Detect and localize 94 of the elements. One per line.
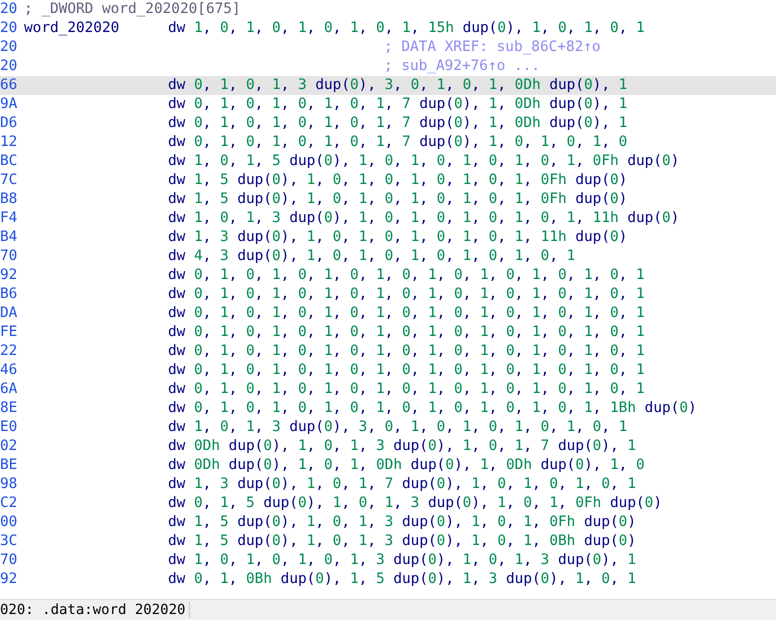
listing-line[interactable]: B8 dw 1, 5 dup(0), 1, 0, 1, 0, 1, 0, 1, 0, 1, 0Fh dup(0): [0, 190, 776, 209]
data-definition: dw 0, 1, 0, 1, 0, 1, 0, 1, 0, 1, 0, 1, 0, 1, 0, 1, 0, 1: [168, 285, 646, 304]
listing-line[interactable]: 20 word_202020 dw 1, 0, 1, 0, 1, 0, 1, 0, 1, 15h dup(0), 1, 0, 1, 0, 1: [0, 19, 776, 38]
data-definition: dw 0, 1, 0, 1, 0, 1, 0, 1, 0, 1, 0, 1, 0, 1, 0, 1, 0, 1: [168, 380, 646, 399]
data-definition: dw 0, 1, 0, 1, 0, 1, 0, 1, 0, 1, 0, 1, 0, 1, 0, 1, 1Bh dup(0): [168, 399, 698, 418]
data-definition: dw 0, 1, 0, 1, 0, 1, 0, 1, 0, 1, 0, 1, 0, 1, 0, 1, 0, 1: [168, 361, 646, 380]
data-definition: dw 0, 1, 0, 1, 0, 1, 0, 1, 0, 1, 0, 1, 0, 1, 0, 1, 0, 1: [168, 266, 646, 285]
data-definition: dw 0, 1, 5 dup(0), 1, 0, 1, 3 dup(0), 1, 0, 1, 0Fh dup(0): [168, 494, 664, 513]
data-definition: dw 1, 0, 1, 0, 1, 0, 1, 0, 1, 15h dup(0), 1, 0, 1, 0, 1: [168, 19, 646, 38]
line-address: 9A: [0, 95, 18, 114]
line-address: FE: [0, 323, 18, 342]
data-definition: dw 1, 0, 1, 0, 1, 0, 1, 3 dup(0), 1, 0, 1, 3 dup(0), 1: [168, 551, 638, 570]
line-address: 7C: [0, 171, 18, 190]
line-address: 98: [0, 475, 18, 494]
line-address: 00: [0, 513, 18, 532]
listing-line[interactable]: 8E dw 0, 1, 0, 1, 0, 1, 0, 1, 0, 1, 0, 1, 0, 1, 0, 1, 1Bh dup(0): [0, 399, 776, 418]
data-definition: dw 1, 5 dup(0), 1, 0, 1, 0, 1, 0, 1, 0, 1, 0Fh dup(0): [168, 171, 628, 190]
line-address: 6A: [0, 380, 18, 399]
line-address: BE: [0, 456, 18, 475]
line-address: 92: [0, 570, 18, 589]
line-address: 3C: [0, 532, 18, 551]
line-address: 92: [0, 266, 18, 285]
line-address: 20: [0, 0, 18, 19]
line-address: D6: [0, 114, 18, 133]
data-definition: dw 0, 1, 0, 1, 0, 1, 0, 1, 7 dup(0), 1, 0Dh dup(0), 1: [168, 95, 628, 114]
data-definition: dw 0Dh dup(0), 1, 0, 1, 0Dh dup(0), 1, 0Dh dup(0), 1, 0: [168, 456, 646, 475]
line-address: 02: [0, 437, 18, 456]
listing-line[interactable]: 92 dw 0, 1, 0Bh dup(0), 1, 5 dup(0), 1, 3 dup(0), 1, 0, 1: [0, 570, 776, 589]
comment-text: ; sub_A92+76↑o ...: [383, 57, 541, 76]
listing-line[interactable]: 3C dw 1, 5 dup(0), 1, 0, 1, 3 dup(0), 1, 0, 1, 0Bh dup(0): [0, 532, 776, 551]
listing-line[interactable]: 98 dw 1, 3 dup(0), 1, 0, 1, 7 dup(0), 1, 0, 1, 0, 1, 0, 1: [0, 475, 776, 494]
line-address: 46: [0, 361, 18, 380]
listing-line[interactable]: 46 dw 0, 1, 0, 1, 0, 1, 0, 1, 0, 1, 0, 1, 0, 1, 0, 1, 0, 1: [0, 361, 776, 380]
line-address: E0: [0, 418, 18, 437]
listing-line[interactable]: B4 dw 1, 3 dup(0), 1, 0, 1, 0, 1, 0, 1, 0, 1, 11h dup(0): [0, 228, 776, 247]
listing-line[interactable]: D6 dw 0, 1, 0, 1, 0, 1, 0, 1, 7 dup(0), 1, 0Dh dup(0), 1: [0, 114, 776, 133]
listing-line[interactable]: 00 dw 1, 5 dup(0), 1, 0, 1, 3 dup(0), 1, 0, 1, 0Fh dup(0): [0, 513, 776, 532]
listing-line[interactable]: B6 dw 0, 1, 0, 1, 0, 1, 0, 1, 0, 1, 0, 1, 0, 1, 0, 1, 0, 1: [0, 285, 776, 304]
listing-line[interactable]: FE dw 0, 1, 0, 1, 0, 1, 0, 1, 0, 1, 0, 1, 0, 1, 0, 1, 0, 1: [0, 323, 776, 342]
line-address: B6: [0, 285, 18, 304]
line-address: 70: [0, 247, 18, 266]
data-definition: dw 0, 1, 0Bh dup(0), 1, 5 dup(0), 1, 3 dup(0), 1, 0, 1: [168, 570, 638, 589]
listing-line[interactable]: 20 ; sub_A92+76↑o ...: [0, 57, 776, 76]
listing-line[interactable]: E0 dw 1, 0, 1, 3 dup(0), 3, 0, 1, 0, 1, 0, 1, 0, 1, 0, 1: [0, 418, 776, 437]
data-definition: dw 1, 3 dup(0), 1, 0, 1, 7 dup(0), 1, 0, 1, 0, 1, 0, 1: [168, 475, 638, 494]
listing-line[interactable]: 70 dw 4, 3 dup(0), 1, 0, 1, 0, 1, 0, 1, 0, 1, 0, 1: [0, 247, 776, 266]
listing-line[interactable]: 70 dw 1, 0, 1, 0, 1, 0, 1, 3 dup(0), 1, 0, 1, 3 dup(0), 1: [0, 551, 776, 570]
listing-line[interactable]: C2 dw 0, 1, 5 dup(0), 1, 0, 1, 3 dup(0), 1, 0, 1, 0Fh dup(0): [0, 494, 776, 513]
listing-line[interactable]: 12 dw 0, 1, 0, 1, 0, 1, 0, 1, 7 dup(0), 1, 0, 1, 0, 1, 0: [0, 133, 776, 152]
listing-line[interactable]: 02 dw 0Dh dup(0), 1, 0, 1, 3 dup(0), 1, 0, 1, 7 dup(0), 1: [0, 437, 776, 456]
line-address: BC: [0, 152, 18, 171]
listing-line[interactable]: 22 dw 0, 1, 0, 1, 0, 1, 0, 1, 0, 1, 0, 1, 0, 1, 0, 1, 0, 1: [0, 342, 776, 361]
line-address: 20: [0, 38, 18, 57]
listing-line[interactable]: 7C dw 1, 5 dup(0), 1, 0, 1, 0, 1, 0, 1, 0, 1, 0Fh dup(0): [0, 171, 776, 190]
data-definition: dw 0, 1, 0, 1, 3 dup(0), 3, 0, 1, 0, 1, 0Dh dup(0), 1: [168, 76, 628, 95]
line-address: C2: [0, 494, 18, 513]
line-address: 70: [0, 551, 18, 570]
data-definition: dw 1, 0, 1, 5 dup(0), 1, 0, 1, 0, 1, 0, 1, 0, 1, 0Fh dup(0): [168, 152, 680, 171]
line-address: 8E: [0, 399, 18, 418]
data-definition: dw 1, 5 dup(0), 1, 0, 1, 3 dup(0), 1, 0, 1, 0Bh dup(0): [168, 532, 638, 551]
listing-line[interactable]: 92 dw 0, 1, 0, 1, 0, 1, 0, 1, 0, 1, 0, 1, 0, 1, 0, 1, 0, 1: [0, 266, 776, 285]
status-text: 020: .data:word 202020: [0, 602, 190, 618]
data-definition: dw 0, 1, 0, 1, 0, 1, 0, 1, 0, 1, 0, 1, 0, 1, 0, 1, 0, 1: [168, 304, 646, 323]
listing-line[interactable]: BE dw 0Dh dup(0), 1, 0, 1, 0Dh dup(0), 1, 0Dh dup(0), 1, 0: [0, 456, 776, 475]
listing-line[interactable]: 20 ; DATA XREF: sub_86C+82↑o: [0, 38, 776, 57]
line-address: B8: [0, 190, 18, 209]
line-address: F4: [0, 209, 18, 228]
comment-text: ; DATA XREF: sub_86C+82↑o: [383, 38, 602, 57]
listing-line[interactable]: BC dw 1, 0, 1, 5 dup(0), 1, 0, 1, 0, 1, 0, 1, 0, 1, 0Fh dup(0): [0, 152, 776, 171]
data-definition: dw 0, 1, 0, 1, 0, 1, 0, 1, 0, 1, 0, 1, 0, 1, 0, 1, 0, 1: [168, 342, 646, 361]
listing-line[interactable]: 20 ; _DWORD word_202020[675]: [0, 0, 776, 19]
data-definition: dw 1, 3 dup(0), 1, 0, 1, 0, 1, 0, 1, 0, 1, 11h dup(0): [168, 228, 628, 247]
data-definition: dw 0Dh dup(0), 1, 0, 1, 3 dup(0), 1, 0, 1, 7 dup(0), 1: [168, 437, 638, 456]
data-definition: dw 1, 0, 1, 3 dup(0), 1, 0, 1, 0, 1, 0, 1, 0, 1, 11h dup(0): [168, 209, 680, 228]
line-address: 22: [0, 342, 18, 361]
data-definition: dw 0, 1, 0, 1, 0, 1, 0, 1, 7 dup(0), 1, 0, 1, 0, 1, 0: [168, 133, 628, 152]
data-definition: dw 0, 1, 0, 1, 0, 1, 0, 1, 7 dup(0), 1, 0Dh dup(0), 1: [168, 114, 628, 133]
listing-line[interactable]: F4 dw 1, 0, 1, 3 dup(0), 1, 0, 1, 0, 1, 0, 1, 0, 1, 11h dup(0): [0, 209, 776, 228]
line-address: 20: [0, 57, 18, 76]
line-address: 20: [0, 19, 18, 38]
data-definition: dw 0, 1, 0, 1, 0, 1, 0, 1, 0, 1, 0, 1, 0, 1, 0, 1, 0, 1: [168, 323, 646, 342]
listing-line[interactable]: 9A dw 0, 1, 0, 1, 0, 1, 0, 1, 7 dup(0), 1, 0Dh dup(0), 1: [0, 95, 776, 114]
data-definition: dw 4, 3 dup(0), 1, 0, 1, 0, 1, 0, 1, 0, 1, 0, 1: [168, 247, 576, 266]
listing-line[interactable]: DA dw 0, 1, 0, 1, 0, 1, 0, 1, 0, 1, 0, 1, 0, 1, 0, 1, 0, 1: [0, 304, 776, 323]
data-definition: dw 1, 5 dup(0), 1, 0, 1, 0, 1, 0, 1, 0, 1, 0Fh dup(0): [168, 190, 628, 209]
label-name: word_202020: [24, 19, 120, 38]
line-address: B4: [0, 228, 18, 247]
comment-text: ; _DWORD word_202020[675]: [24, 0, 242, 19]
line-address: DA: [0, 304, 18, 323]
data-definition: dw 1, 0, 1, 3 dup(0), 3, 0, 1, 0, 1, 0, 1, 0, 1, 0, 1: [168, 418, 628, 437]
listing-line[interactable]: 6A dw 0, 1, 0, 1, 0, 1, 0, 1, 0, 1, 0, 1, 0, 1, 0, 1, 0, 1: [0, 380, 776, 399]
line-address: 66: [0, 76, 18, 95]
line-address: 12: [0, 133, 18, 152]
data-definition: dw 1, 5 dup(0), 1, 0, 1, 3 dup(0), 1, 0, 1, 0Fh dup(0): [168, 513, 638, 532]
